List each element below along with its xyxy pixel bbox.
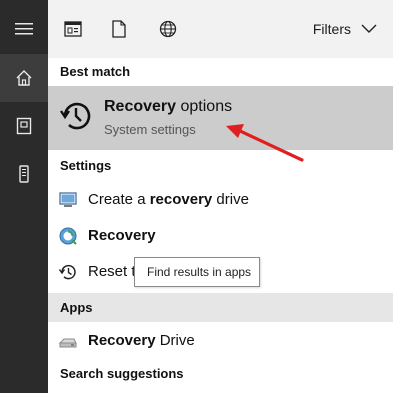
tooltip-find-in-apps: Find results in apps <box>134 257 260 287</box>
home-icon <box>16 70 32 86</box>
chevron-down-icon <box>361 24 377 33</box>
reset-history-icon <box>58 264 76 280</box>
web-filter-button[interactable] <box>157 18 179 40</box>
filters-label: Filters <box>312 21 351 37</box>
result-recovery[interactable]: Recovery <box>48 218 393 254</box>
documents-icon <box>16 117 32 135</box>
best-match-title-bold: Recovery <box>104 98 177 115</box>
documents-button[interactable] <box>0 102 48 150</box>
result-label: Reset t <box>88 263 136 280</box>
best-match-title: Recovery options <box>104 98 232 116</box>
hamburger-menu-button[interactable] <box>0 5 48 53</box>
annotation-arrow-icon <box>226 124 304 162</box>
hamburger-menu-icon <box>15 23 33 35</box>
best-match-subtitle: System settings <box>104 122 196 137</box>
recovery-drive-app-icon <box>58 338 77 348</box>
filters-dropdown[interactable]: Filters <box>313 19 377 39</box>
result-recovery-drive-app[interactable]: Recovery Drive <box>48 323 393 359</box>
apps-filter-button[interactable] <box>62 18 84 40</box>
search-filter-toolbar: Filters <box>48 0 393 58</box>
documents-filter-icon <box>112 20 126 38</box>
home-button[interactable] <box>0 54 48 102</box>
search-results-panel: Best match Recovery options System setti… <box>48 58 393 393</box>
result-create-recovery-drive[interactable]: Create a recovery drive <box>48 182 393 218</box>
section-header-best-match: Best match <box>60 64 131 79</box>
device-icon <box>19 165 29 183</box>
left-rail <box>0 0 48 393</box>
section-header-search-suggestions: Search suggestions <box>60 366 184 381</box>
device-button[interactable] <box>0 150 48 198</box>
apps-filter-icon <box>64 21 82 37</box>
web-filter-icon <box>159 20 177 38</box>
result-label: Create a recovery drive <box>88 191 249 208</box>
documents-filter-button[interactable] <box>108 18 130 40</box>
recovery-control-panel-icon <box>59 227 77 245</box>
create-recovery-drive-icon <box>59 192 77 207</box>
section-header-apps: Apps <box>48 293 393 322</box>
best-match-title-rest: options <box>176 98 233 115</box>
result-label: Recovery Drive <box>88 332 195 349</box>
history-clock-icon <box>60 102 91 130</box>
result-label: Recovery <box>88 227 156 244</box>
